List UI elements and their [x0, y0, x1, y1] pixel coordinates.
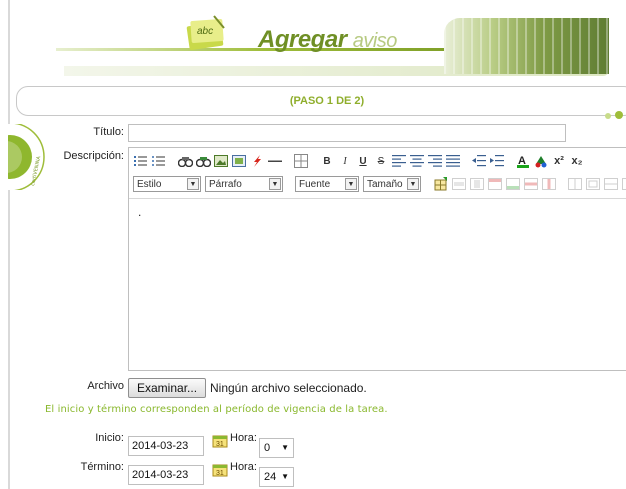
termino-hora-select[interactable]: 24 ▼ — [259, 467, 294, 487]
banner-photo — [444, 18, 609, 74]
chevron-down-icon: ▼ — [407, 178, 419, 190]
step-indicator-bar: (PASO 1 DE 2) — [16, 86, 626, 116]
background-color-icon[interactable] — [533, 153, 549, 169]
abc-notepad-icon: abc — [186, 15, 225, 50]
calendar-icon[interactable]: 31 — [211, 433, 229, 449]
align-right-icon[interactable] — [427, 153, 443, 169]
superscript-icon[interactable]: x² — [551, 153, 567, 169]
page-title-light: aviso — [352, 30, 398, 52]
strikethrough-icon[interactable]: S — [373, 153, 389, 169]
chevron-down-icon: ▼ — [269, 178, 281, 190]
rich-text-editor: B I U S A x² x₂ Estilo ▼ Párrafo ▼ Fuent… — [128, 147, 626, 371]
editor-toolbar-row-1: B I U S A x² x₂ — [133, 151, 585, 171]
row-props-icon — [451, 176, 467, 192]
italic-icon[interactable]: I — [337, 153, 353, 169]
calendar-icon[interactable]: 31 — [211, 462, 229, 478]
inicio-date-input[interactable]: 2014-03-23 — [128, 436, 204, 456]
file-status-text: Ningún archivo seleccionado. — [210, 381, 367, 395]
table-delete-icon — [621, 176, 626, 192]
svg-text:31: 31 — [216, 441, 224, 448]
editor-toolbar-row-2: Estilo ▼ Párrafo ▼ Fuente ▼ Tamaño ▼ — [133, 174, 626, 194]
chevron-down-icon: ▼ — [187, 178, 199, 190]
align-center-icon[interactable] — [409, 153, 425, 169]
chevron-down-icon: ▼ — [345, 178, 357, 190]
page-title: Agregar aviso — [258, 26, 397, 54]
link-icon[interactable] — [177, 153, 193, 169]
inicio-label: Inicio: — [95, 432, 124, 444]
font-select[interactable]: Fuente ▼ — [295, 176, 359, 192]
delete-row-icon — [523, 176, 539, 192]
chevron-down-icon: ▼ — [281, 443, 289, 452]
svg-text:31: 31 — [216, 470, 224, 477]
delete-column-icon — [541, 176, 557, 192]
horizontal-rule-icon[interactable] — [267, 153, 283, 169]
justify-icon[interactable] — [445, 153, 461, 169]
termino-hora-label: Hora: — [230, 461, 257, 473]
decorative-dots-icon — [605, 111, 623, 119]
termino-label: Término: — [80, 461, 124, 473]
titulo-input[interactable] — [128, 124, 566, 142]
style-select[interactable]: Estilo ▼ — [133, 176, 201, 192]
archivo-label: Archivo — [87, 380, 124, 392]
merge-cells-icon — [585, 176, 601, 192]
paragraph-select[interactable]: Párrafo ▼ — [205, 176, 283, 192]
outdent-icon[interactable] — [471, 153, 487, 169]
insert-row-after-icon — [505, 176, 521, 192]
descripcion-label: Descripción: — [63, 150, 124, 162]
page-title-bold: Agregar — [258, 26, 347, 53]
titulo-label: Título: — [93, 126, 124, 138]
validity-note: El inicio y término corresponden al perí… — [45, 404, 388, 415]
abc-logo-text: abc — [197, 26, 213, 37]
numbered-list-icon[interactable] — [133, 153, 149, 169]
insert-gallery-icon[interactable] — [231, 153, 247, 169]
align-left-icon[interactable] — [391, 153, 407, 169]
subscript-icon[interactable]: x₂ — [569, 153, 585, 169]
inicio-hora-label: Hora: — [230, 432, 257, 444]
page-left-rule — [8, 0, 10, 489]
header-banner: abc Agregar aviso — [44, 8, 609, 76]
unlink-icon[interactable] — [195, 153, 211, 169]
chevron-down-icon: ▼ — [281, 472, 289, 481]
termino-date-input[interactable]: 2014-03-23 — [128, 465, 204, 485]
cell-props-icon — [469, 176, 485, 192]
bullet-list-icon[interactable] — [151, 153, 167, 169]
underline-icon[interactable]: U — [355, 153, 371, 169]
indent-icon[interactable] — [489, 153, 505, 169]
bold-icon[interactable]: B — [319, 153, 335, 169]
editor-content-area[interactable]: . — [129, 198, 626, 372]
size-select[interactable]: Tamaño ▼ — [363, 176, 421, 192]
browse-file-button[interactable]: Examinar... — [128, 378, 207, 398]
insert-table-grid-icon[interactable] — [433, 176, 449, 192]
insert-row-before-icon — [487, 176, 503, 192]
insert-image-icon[interactable] — [213, 153, 229, 169]
text-color-icon[interactable]: A — [515, 153, 531, 169]
insert-flash-icon[interactable] — [249, 153, 265, 169]
step-indicator: (PASO 1 DE 2) — [289, 95, 365, 107]
table-props-icon — [603, 176, 619, 192]
split-cells-icon — [567, 176, 583, 192]
editor-content: . — [138, 205, 142, 219]
insert-table-icon[interactable] — [293, 153, 309, 169]
inicio-hora-select[interactable]: 0 ▼ — [259, 438, 294, 458]
